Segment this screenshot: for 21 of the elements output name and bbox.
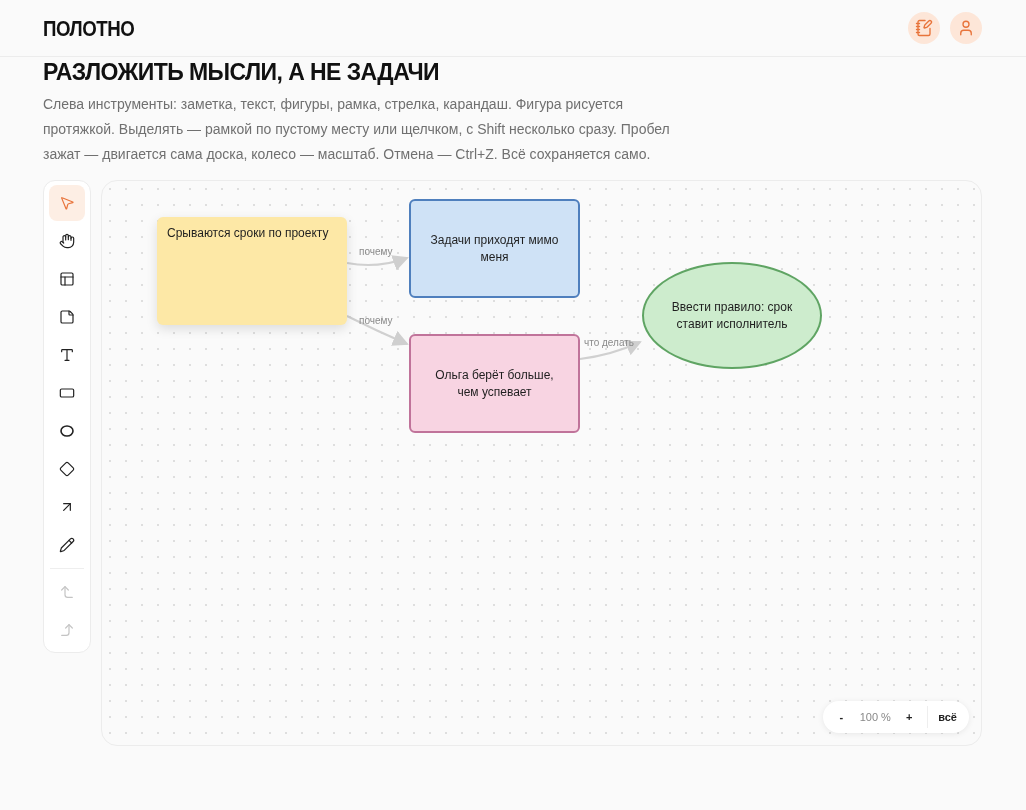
logo[interactable]: ПОЛОТНО xyxy=(43,11,135,45)
connector-label: почему xyxy=(359,314,393,328)
rectangle-shape[interactable]: Задачи приходят мимо меня xyxy=(409,199,580,298)
ellipse-shape[interactable]: Ввести правило: срок ставит исполнитель xyxy=(642,262,822,369)
zoom-level: 100 % xyxy=(858,709,892,725)
whiteboard-canvas[interactable]: почему почему что делать Срываются сроки по проекту Задачи приходят мимо меня Ольга берёт больше, чем успевает Ввести правило: срок ставит исполнитель - 100 % + всё xyxy=(101,180,982,746)
fit-all-button[interactable]: всё xyxy=(938,708,959,726)
sticky-note[interactable]: Срываются сроки по проекту xyxy=(157,217,347,325)
zoom-out-button[interactable]: - xyxy=(833,708,850,726)
note-pen-icon xyxy=(915,19,933,37)
connector-label: почему xyxy=(359,245,393,259)
rectangle-shape[interactable]: Ольга берёт больше, чем успевает xyxy=(409,334,580,433)
user-icon xyxy=(957,19,975,37)
zoom-in-button[interactable]: + xyxy=(901,708,918,726)
connector-arrow[interactable] xyxy=(579,340,642,360)
page-title: РАЗЛОЖИТЬ МЫСЛИ, А НЕ ЗАДАЧИ xyxy=(43,58,440,86)
new-note-button[interactable] xyxy=(908,12,940,44)
connector-arrow[interactable] xyxy=(346,315,409,346)
profile-button[interactable] xyxy=(950,12,982,44)
connector-label: что делать xyxy=(584,336,635,350)
instructions-text: Слева инструменты: заметка, текст, фигуры, рамка, стрелка, карандаш. Фигура рисуется протяжкой. Выделять — рамкой по пустому месту или щелчком, с Shift несколько сразу. Пробел зажат — двигается сама доска, колесо — масштаб. Отмена — Ctrl+Z. Всё сохраняется само. xyxy=(43,95,671,164)
